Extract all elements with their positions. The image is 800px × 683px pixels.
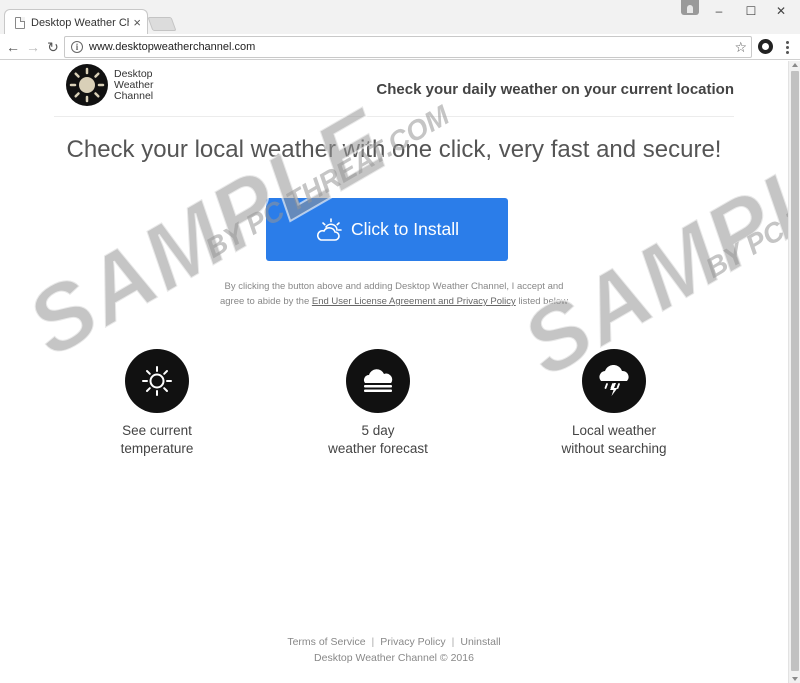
reload-button[interactable]: ↻ <box>44 38 62 56</box>
feature-label: 5 day weather forecast <box>303 422 453 458</box>
footer-links: Terms of Service | Privacy Policy | Uninstal… <box>0 634 788 650</box>
copyright-text: Desktop Weather Channel © 2016 <box>314 652 474 664</box>
brand-name: Desktop Weather Channel <box>114 69 154 102</box>
maximize-button[interactable]: ☐ <box>736 0 766 22</box>
address-bar[interactable]: i www.desktopweatherchannel.com ☆ <box>64 36 752 58</box>
minimize-button[interactable]: – <box>704 0 734 22</box>
feature-label-line: weather forecast <box>328 441 428 456</box>
browser-tab[interactable]: Desktop Weather Channel × <box>4 9 148 35</box>
feature-label: Local weather without searching <box>539 422 689 458</box>
feature-label-line: temperature <box>120 441 194 456</box>
uninstall-link[interactable]: Uninstall <box>460 636 500 648</box>
back-button[interactable]: ← <box>4 38 22 56</box>
install-button-label: Click to Install <box>351 219 459 239</box>
extension-icon[interactable] <box>758 39 773 54</box>
cloud-icon <box>346 349 410 413</box>
rain-cloud-icon <box>582 349 646 413</box>
page-viewport: Desktop Weather Channel Check your daily… <box>0 61 788 683</box>
tab-title: Desktop Weather Channel <box>31 16 129 29</box>
close-tab-icon[interactable]: × <box>133 16 141 29</box>
partly-cloudy-icon <box>317 217 342 241</box>
disclaimer-text-end: listed below <box>515 296 568 307</box>
sun-icon <box>125 349 189 413</box>
disclaimer-line-2: agree to abide by the End User License A… <box>0 294 788 309</box>
eula-privacy-link[interactable]: End User License Agreement and Privacy P… <box>312 296 516 307</box>
browser-toolbar: ← → ↻ i www.desktopweatherchannel.com ☆ <box>0 34 800 60</box>
install-button[interactable]: Click to Install <box>266 198 508 261</box>
new-tab-button[interactable] <box>147 17 177 31</box>
install-disclaimer: By clicking the button above and adding … <box>0 279 788 309</box>
feature-label-line: without searching <box>561 441 667 456</box>
browser-menu-icon[interactable] <box>782 38 792 56</box>
feature-local: Local weather without searching <box>539 349 689 458</box>
page-footer: Terms of Service | Privacy Policy | Uninstal… <box>0 634 788 666</box>
site-info-icon[interactable]: i <box>71 41 83 53</box>
logo-icon <box>66 64 108 106</box>
tab-strip: Desktop Weather Channel × – ☐ ✕ <box>0 0 800 35</box>
scroll-up-arrow-icon[interactable] <box>792 63 798 67</box>
scroll-thumb[interactable] <box>791 71 799 671</box>
site-header: Desktop Weather Channel Check your daily… <box>54 61 734 117</box>
forward-button[interactable]: → <box>24 38 42 56</box>
feature-temperature: See current temperature <box>82 349 232 458</box>
disclaimer-line-1: By clicking the button above and adding … <box>224 281 564 292</box>
profile-icon[interactable] <box>681 0 699 15</box>
feature-label-line: 5 day <box>361 423 395 438</box>
terms-link[interactable]: Terms of Service <box>287 636 365 648</box>
url-text[interactable]: www.desktopweatherchannel.com <box>89 41 734 53</box>
feature-label-line: See current <box>122 423 192 438</box>
feature-label-line: Local weather <box>571 423 657 438</box>
page-scrollbar[interactable] <box>788 61 800 683</box>
feature-forecast: 5 day weather forecast <box>303 349 453 458</box>
footer-separator: | <box>451 636 455 648</box>
bookmark-star-icon[interactable]: ☆ <box>734 39 747 56</box>
footer-separator: | <box>371 636 375 648</box>
page-headline: Check your local weather with one click,… <box>66 136 722 163</box>
disclaimer-text: agree to abide by the <box>219 296 312 307</box>
feature-label: See current temperature <box>82 422 232 458</box>
header-tagline: Check your daily weather on your current… <box>376 81 734 98</box>
brand-line-3: Channel <box>114 90 154 102</box>
privacy-link[interactable]: Privacy Policy <box>380 636 445 648</box>
close-window-button[interactable]: ✕ <box>766 0 796 22</box>
page-icon <box>15 16 25 29</box>
scroll-down-arrow-icon[interactable] <box>792 677 798 681</box>
